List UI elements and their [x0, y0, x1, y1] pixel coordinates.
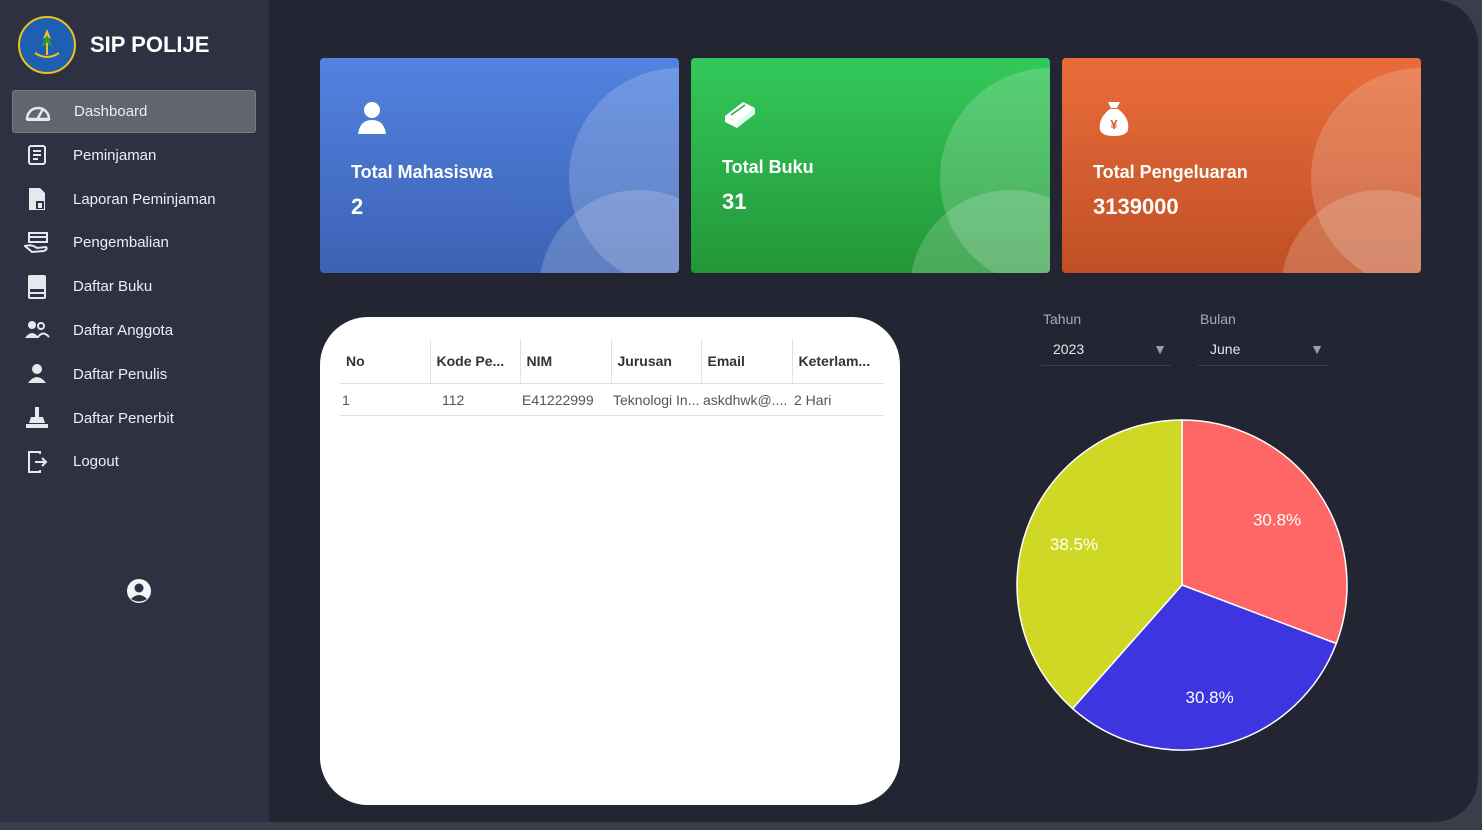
sidebar-item-label: Pengembalian [73, 234, 169, 252]
sidebar-item-label: Daftar Penulis [73, 365, 168, 383]
column-header-jurusan[interactable]: Jurusan [610, 339, 701, 384]
table-cell: 112 [430, 383, 520, 416]
book-stack-icon [721, 96, 757, 136]
card-label: Total Buku [722, 157, 814, 177]
app-window: SIP POLIJE Dashboard Peminjaman Laporan … [0, 0, 1478, 822]
sidebar-item-logout[interactable]: Logout [12, 440, 256, 483]
column-header-email[interactable]: Email [700, 339, 792, 384]
column-header-kode[interactable]: Kode Pe... [429, 339, 520, 384]
sidebar-item-label: Dashboard [74, 103, 148, 120]
card-label: Total Mahasiswa [351, 162, 493, 182]
card-total-mahasiswa[interactable]: Total Mahasiswa 2 [320, 58, 679, 273]
table-header-row: No Kode Pe... NIM Jurusan Email Keterlam… [340, 339, 883, 384]
polije-logo-icon [18, 16, 76, 74]
sidebar: SIP POLIJE Dashboard Peminjaman Laporan … [0, 0, 269, 822]
sidebar-item-daftar-penerbit[interactable]: Daftar Penerbit [12, 397, 256, 440]
table-cell: 2 Hari [792, 383, 883, 416]
sidebar-item-laporan-peminjaman[interactable]: Laporan Peminjaman [12, 178, 256, 221]
money-bag-icon: ¥ [1096, 98, 1132, 138]
card-value: 31 [722, 189, 747, 214]
student-icon [354, 98, 390, 138]
column-header-keterlambatan[interactable]: Keterlam... [791, 339, 883, 384]
table-row[interactable]: 1 112 E41222999 Teknologi In... askdhwk@… [340, 383, 883, 416]
logout-icon [24, 450, 50, 474]
dashboard-icon [25, 100, 51, 124]
brand: SIP POLIJE [18, 16, 209, 74]
sidebar-item-daftar-buku[interactable]: Daftar Buku [12, 265, 256, 308]
table-cell: 1 [340, 383, 430, 416]
year-value: 2023 [1053, 341, 1085, 357]
sidebar-item-daftar-penulis[interactable]: Daftar Penulis [12, 353, 256, 396]
sidebar-item-label: Daftar Buku [73, 278, 153, 296]
sidebar-item-label: Logout [73, 453, 119, 471]
column-header-no[interactable]: No [340, 339, 430, 384]
year-label: Tahun [1043, 311, 1082, 327]
sidebar-item-dashboard[interactable]: Dashboard [12, 90, 256, 133]
card-value: 3139000 [1093, 194, 1179, 219]
year-select[interactable]: 2023 ▼ [1041, 333, 1171, 366]
sidebar-item-label: Peminjaman [73, 146, 157, 164]
table-cell: askdhwk@.... [701, 383, 792, 416]
publisher-icon [24, 406, 50, 430]
sidebar-item-label: Laporan Peminjaman [73, 190, 216, 208]
chevron-down-icon: ▼ [1310, 341, 1324, 357]
month-label: Bulan [1200, 311, 1236, 327]
book-icon [24, 274, 50, 299]
year-filter: Tahun 2023 ▼ [1041, 311, 1171, 366]
month-filter: Bulan June ▼ [1198, 311, 1328, 366]
card-value: 2 [351, 194, 364, 219]
peminjaman-table-panel: No Kode Pe... NIM Jurusan Email Keterlam… [320, 317, 900, 805]
chevron-down-icon: ▼ [1153, 341, 1167, 357]
app-title: SIP POLIJE [90, 32, 210, 57]
card-total-buku[interactable]: Total Buku 31 [691, 58, 1050, 273]
svg-text:¥: ¥ [1110, 117, 1118, 132]
column-header-nim[interactable]: NIM [519, 339, 611, 384]
writer-icon [24, 362, 50, 386]
table-cell: E41222999 [520, 383, 611, 416]
return-icon [24, 231, 50, 255]
month-select[interactable]: June ▼ [1198, 333, 1328, 366]
borrow-icon [24, 143, 50, 167]
sidebar-item-daftar-anggota[interactable]: Daftar Anggota [12, 309, 256, 352]
pie-chart: 30.8% 30.8% 38.5% [1016, 419, 1348, 751]
table-cell: Teknologi In... [611, 383, 701, 416]
month-value: June [1210, 341, 1241, 357]
pie-slice-label-2: 38.5% [1050, 535, 1098, 554]
peminjaman-table[interactable]: No Kode Pe... NIM Jurusan Email Keterlam… [340, 339, 883, 416]
sidebar-item-peminjaman[interactable]: Peminjaman [12, 134, 256, 177]
report-icon [24, 187, 50, 211]
sidebar-item-pengembalian[interactable]: Pengembalian [12, 221, 256, 264]
user-profile-icon[interactable] [125, 577, 153, 605]
sidebar-item-label: Daftar Penerbit [73, 409, 174, 427]
sidebar-nav: Dashboard Peminjaman Laporan Peminjaman … [12, 90, 256, 484]
card-label: Total Pengeluaran [1093, 162, 1248, 182]
members-icon [24, 318, 50, 342]
pie-slice-label-1: 30.8% [1186, 688, 1234, 707]
pie-slice-label-0: 30.8% [1253, 510, 1301, 529]
sidebar-item-label: Daftar Anggota [73, 321, 174, 339]
card-total-pengeluaran[interactable]: ¥ Total Pengeluaran 3139000 [1062, 58, 1421, 273]
